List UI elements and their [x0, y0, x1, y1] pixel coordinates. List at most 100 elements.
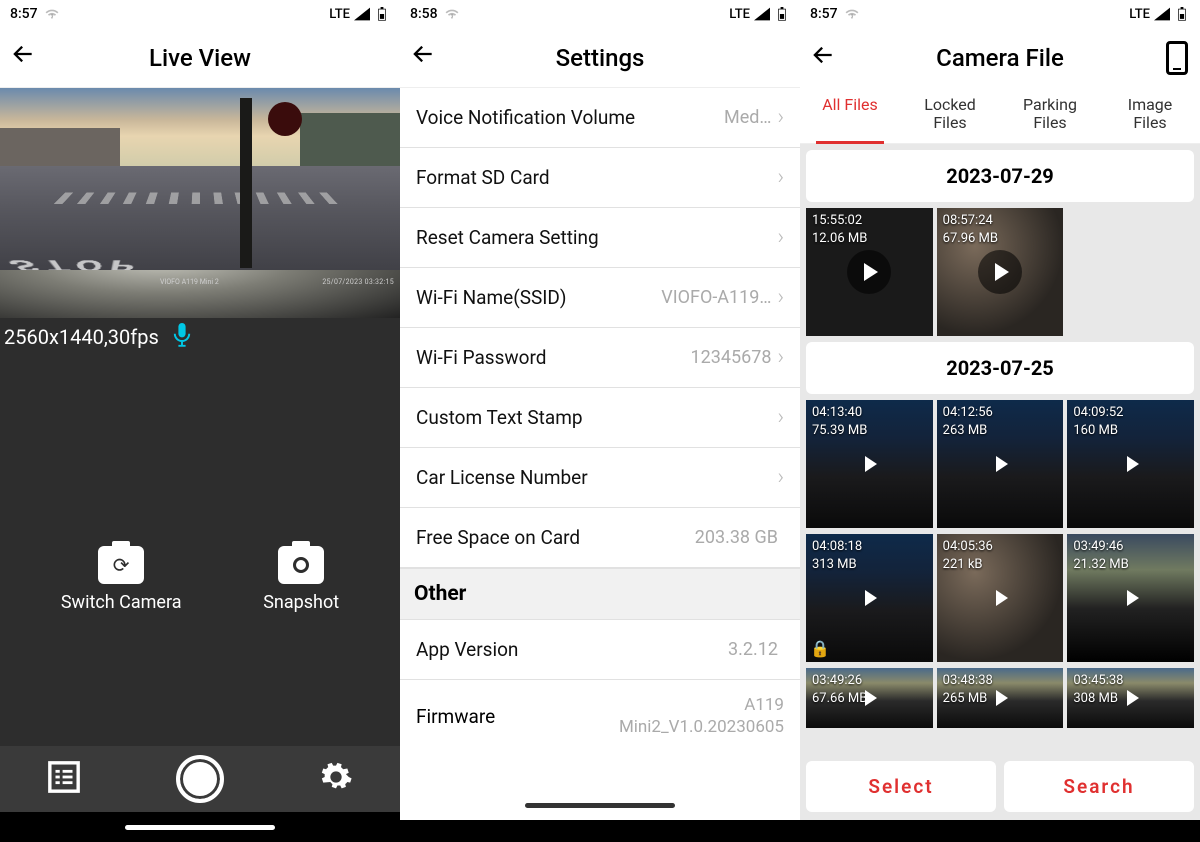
- settings-row[interactable]: Wi-Fi Password 12345678 ›: [400, 328, 800, 388]
- video-thumbnail[interactable]: 03:49:4621.32 MB: [1067, 534, 1194, 662]
- select-button[interactable]: Select: [806, 761, 996, 812]
- file-tab[interactable]: Parking Files: [1000, 88, 1100, 143]
- row-value: 3.2.12: [728, 639, 784, 660]
- resolution-text: 2560x1440,30fps: [4, 325, 159, 349]
- signal-icon: [354, 7, 370, 21]
- svg-text:?: ?: [50, 15, 53, 21]
- live-video-feed[interactable]: STOP VIOFO A119 Mini 2 25/07/2023 03:32:…: [0, 88, 400, 318]
- row-value: 203.38 GB: [695, 527, 784, 548]
- files-list-button[interactable]: [47, 760, 81, 798]
- play-icon: [1109, 576, 1153, 620]
- video-thumbnail[interactable]: 08:57:2467.96 MB: [937, 208, 1064, 336]
- phone-storage-button[interactable]: [1166, 41, 1188, 75]
- android-nav-bar[interactable]: [0, 812, 400, 842]
- thumb-meta: 08:57:2467.96 MB: [943, 212, 998, 248]
- row-value: 12345678: [691, 347, 778, 368]
- video-overlay-timestamp: 25/07/2023 03:32:15: [322, 278, 394, 286]
- topbar-files: Camera File: [800, 28, 1200, 88]
- video-thumbnail[interactable]: 03:49:2667.66 MB: [806, 668, 933, 728]
- file-tab[interactable]: Image Files: [1100, 88, 1200, 143]
- snapshot-label: Snapshot: [263, 592, 339, 613]
- switch-camera-icon: ⟳: [98, 546, 144, 584]
- settings-row-app-version[interactable]: App Version 3.2.12: [400, 620, 800, 680]
- settings-row[interactable]: Car License Number ›: [400, 448, 800, 508]
- battery-icon: [774, 7, 790, 21]
- video-thumbnail[interactable]: 04:12:56263 MB: [937, 400, 1064, 528]
- settings-row[interactable]: Format SD Card ›: [400, 148, 800, 208]
- status-time: 8:57: [10, 6, 38, 22]
- play-icon: [978, 676, 1022, 720]
- phone-icon: [1166, 41, 1188, 75]
- chevron-right-icon: ›: [777, 225, 784, 250]
- mic-icon[interactable]: [173, 323, 191, 352]
- signal-icon: [1154, 7, 1170, 21]
- file-tab[interactable]: Locked Files: [900, 88, 1000, 143]
- switch-camera-button[interactable]: ⟳ Switch Camera: [61, 546, 182, 613]
- page-title: Camera File: [800, 44, 1200, 72]
- back-button[interactable]: [10, 41, 40, 74]
- file-footer: Select Search: [800, 753, 1200, 820]
- file-list[interactable]: 2023-07-29 15:55:0212.06 MB 08:57:2467.9…: [800, 144, 1200, 753]
- battery-icon: [1174, 7, 1190, 21]
- thumb-meta: 04:12:56263 MB: [943, 404, 993, 440]
- row-label: Wi-Fi Password: [416, 346, 547, 369]
- thumb-row: 04:08:18313 MB 🔒 04:05:36221 kB 03:49:46…: [806, 534, 1194, 662]
- row-label: Voice Notification Volume: [416, 106, 635, 129]
- date-header: 2023-07-25: [806, 342, 1194, 394]
- back-button[interactable]: [810, 42, 840, 75]
- play-icon: [978, 576, 1022, 620]
- lock-icon: 🔒: [810, 639, 830, 658]
- play-icon: [978, 250, 1022, 294]
- settings-list[interactable]: Voice Notification Volume Med… › Format …: [400, 88, 800, 790]
- video-thumbnail[interactable]: 15:55:0212.06 MB: [806, 208, 933, 336]
- phone-camera-file: 8:57 ? LTE Camera File All FilesLocked F…: [800, 0, 1200, 842]
- file-tabs: All FilesLocked FilesParking FilesImage …: [800, 88, 1200, 144]
- row-label: Reset Camera Setting: [416, 226, 599, 249]
- video-thumbnail[interactable]: 03:45:38308 MB: [1067, 668, 1194, 728]
- settings-row[interactable]: Voice Notification Volume Med… ›: [400, 88, 800, 148]
- chevron-right-icon: ›: [777, 465, 784, 490]
- video-thumbnail[interactable]: 04:13:4075.39 MB: [806, 400, 933, 528]
- settings-row-firmware[interactable]: Firmware A119 Mini2_V1.0.20230605: [400, 680, 800, 752]
- thumb-meta: 03:49:4621.32 MB: [1073, 538, 1128, 574]
- back-button[interactable]: [410, 41, 440, 74]
- status-bar: 8:57 ? LTE: [800, 0, 1200, 28]
- back-arrow-icon: [810, 42, 836, 68]
- row-label: Format SD Card: [416, 166, 550, 189]
- video-thumbnail[interactable]: 03:48:38265 MB: [937, 668, 1064, 728]
- search-button[interactable]: Search: [1004, 761, 1194, 812]
- bottom-toolbar: [0, 746, 400, 812]
- chevron-right-icon: ›: [777, 165, 784, 190]
- play-icon: [1109, 442, 1153, 486]
- settings-row[interactable]: Reset Camera Setting ›: [400, 208, 800, 268]
- settings-row[interactable]: Free Space on Card 203.38 GB: [400, 508, 800, 568]
- topbar-live: Live View: [0, 28, 400, 88]
- wifi-icon: ?: [844, 7, 860, 21]
- video-thumbnail[interactable]: 04:09:52160 MB: [1067, 400, 1194, 528]
- thumb-meta: 04:13:4075.39 MB: [812, 404, 867, 440]
- chevron-right-icon: ›: [777, 285, 784, 310]
- row-label: App Version: [416, 638, 518, 661]
- settings-row[interactable]: Wi-Fi Name(SSID) VIOFO-A119… ›: [400, 268, 800, 328]
- play-icon: [847, 250, 891, 294]
- row-label: Car License Number: [416, 466, 588, 489]
- row-label: Wi-Fi Name(SSID): [416, 286, 567, 309]
- battery-icon: [374, 7, 390, 21]
- settings-button[interactable]: [319, 760, 353, 798]
- video-thumbnail[interactable]: 04:05:36221 kB: [937, 534, 1064, 662]
- chevron-right-icon: ›: [777, 105, 784, 130]
- chevron-right-icon: ›: [777, 405, 784, 430]
- topbar-settings: Settings: [400, 28, 800, 88]
- settings-row[interactable]: Custom Text Stamp ›: [400, 388, 800, 448]
- play-icon: [847, 676, 891, 720]
- snapshot-button[interactable]: Snapshot: [263, 546, 339, 613]
- android-nav-bar[interactable]: [400, 790, 800, 820]
- video-thumbnail[interactable]: 04:08:18313 MB 🔒: [806, 534, 933, 662]
- row-label: Firmware: [416, 705, 495, 728]
- thumb-meta: 04:08:18313 MB: [812, 538, 862, 574]
- play-icon: [847, 576, 891, 620]
- file-tab[interactable]: All Files: [800, 88, 900, 143]
- svg-text:?: ?: [450, 15, 453, 21]
- row-label: Free Space on Card: [416, 526, 580, 549]
- record-button[interactable]: [176, 755, 224, 803]
